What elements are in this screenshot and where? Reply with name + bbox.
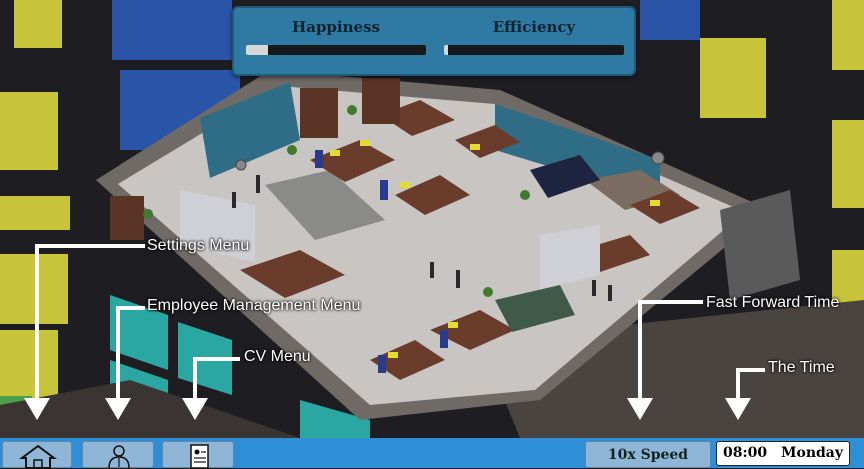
clock-display: 08:00 Monday	[716, 441, 850, 466]
clock-time: 08:00	[723, 445, 768, 461]
happiness-bar-fill	[246, 45, 268, 55]
happiness-label: Happiness	[292, 18, 380, 36]
happiness-meter: Happiness	[246, 18, 426, 55]
house-icon	[19, 444, 57, 469]
document-icon	[190, 444, 209, 469]
fast-forward-button[interactable]: 10x Speed	[585, 441, 711, 468]
efficiency-bar-fill	[444, 45, 448, 55]
fast-forward-annotation: Fast Forward Time	[706, 294, 840, 311]
employee-annotation: Employee Management Menu	[147, 297, 361, 314]
clock-day: Monday	[780, 445, 843, 461]
efficiency-bar	[444, 45, 624, 55]
cv-annotation: CV Menu	[244, 348, 311, 365]
time-annotation: The Time	[768, 359, 835, 376]
cv-menu-button[interactable]	[162, 441, 234, 469]
happiness-bar	[246, 45, 426, 55]
efficiency-meter: Efficiency	[444, 18, 624, 55]
efficiency-label: Efficiency	[492, 18, 576, 36]
employee-management-button[interactable]	[82, 441, 154, 469]
settings-annotation: Settings Menu	[147, 237, 250, 254]
person-icon	[108, 445, 130, 469]
stats-panel: Happiness Efficiency	[232, 6, 636, 76]
settings-button[interactable]	[2, 441, 72, 469]
